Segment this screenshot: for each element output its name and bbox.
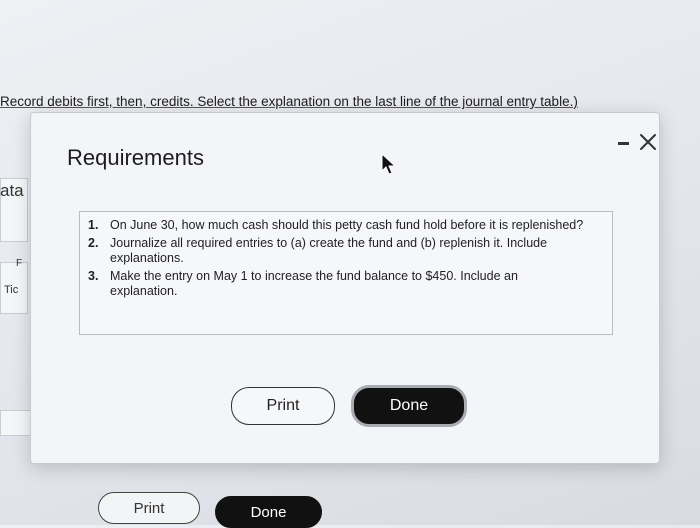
requirements-list: 1. On June 30, how much cash should this… <box>88 218 588 302</box>
requirement-text: Make the entry on May 1 to increase the … <box>110 269 518 298</box>
modal-title: Requirements <box>67 145 204 170</box>
print-button[interactable]: Print <box>231 387 335 425</box>
mouse-cursor-icon <box>381 153 397 175</box>
requirement-item: 3. Make the entry on May 1 to increase t… <box>88 269 588 299</box>
close-icon[interactable] <box>637 131 659 153</box>
background-print-button[interactable]: Print <box>98 492 200 524</box>
side-bottom-strip <box>0 410 32 436</box>
instruction-text: Record debits first, then, credits. Sele… <box>0 94 578 109</box>
side-label-tic: Tic <box>4 284 19 296</box>
requirements-modal: Requirements 1. On June 30, how much cas… <box>30 112 660 464</box>
side-label-data: ata <box>0 181 24 200</box>
background-done-button[interactable]: Done <box>215 496 322 528</box>
requirement-item: 2. Journalize all required entries to (a… <box>88 236 588 266</box>
side-label-f: F <box>16 258 23 269</box>
requirement-number: 2. <box>88 236 99 250</box>
done-button[interactable]: Done <box>351 385 467 427</box>
requirement-text: On June 30, how much cash should this pe… <box>110 218 584 232</box>
requirement-number: 3. <box>88 269 99 283</box>
requirement-text: Journalize all required entries to (a) c… <box>110 236 548 265</box>
minimize-icon[interactable] <box>615 135 631 151</box>
requirement-item: 1. On June 30, how much cash should this… <box>88 218 588 233</box>
requirements-box: 1. On June 30, how much cash should this… <box>79 211 613 335</box>
requirement-number: 1. <box>88 218 99 232</box>
